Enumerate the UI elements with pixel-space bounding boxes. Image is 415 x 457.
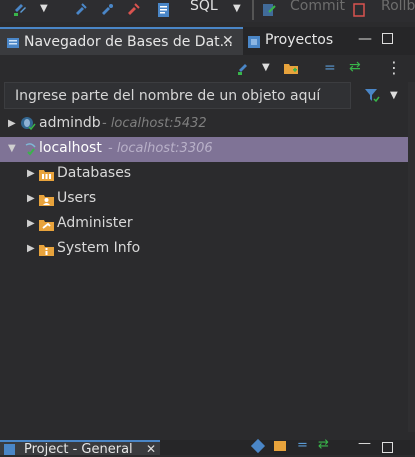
users-folder-icon — [39, 192, 54, 211]
rollback-button[interactable]: Rollb — [381, 0, 415, 14]
tree-item-label: Databases — [57, 165, 132, 181]
tab-project-general[interactable]: Project - General ✕ — [0, 440, 160, 457]
tree-item-label: System Info — [57, 240, 141, 256]
expand-arrow-icon[interactable]: ▶ — [27, 168, 35, 179]
connection-name: localhost — [39, 140, 102, 156]
database-navigator-icon — [6, 35, 20, 54]
navigator-toolbar: ▼ = ⇄ ⋮ — [0, 55, 415, 82]
tree-item-label: Administer — [57, 215, 133, 231]
databases-folder-icon — [39, 167, 54, 186]
connect-icon[interactable] — [74, 2, 88, 16]
new-folder-icon[interactable] — [283, 60, 299, 79]
tree-item-localhost[interactable]: ▼ localhost - localhost:3306 — [0, 137, 408, 162]
tree-item-users[interactable]: ▶ Users — [0, 187, 408, 212]
sql-button[interactable]: SQL — [190, 0, 218, 14]
postgresql-icon — [20, 116, 36, 136]
system-info-folder-icon — [39, 242, 54, 261]
tree-item-admindb[interactable]: ▶ admindb - localhost:5432 — [0, 112, 408, 137]
link-editor-icon[interactable]: ⇄ — [349, 59, 361, 75]
maximize-icon[interactable] — [382, 33, 393, 44]
tab-database-navigator-label: Navegador de Bases de Dat... — [24, 34, 234, 50]
rollback-icon[interactable] — [353, 2, 367, 17]
connection-host: - localhost:3306 — [108, 141, 213, 156]
tab-projects-label: Proyectos — [265, 32, 334, 48]
main-toolbar: ▼ SQL ▼ Commit Rollb — [0, 0, 415, 22]
view-menu-icon[interactable]: ⋮ — [386, 58, 402, 77]
new-connection-icon[interactable] — [236, 60, 252, 80]
commit-icon[interactable] — [262, 2, 276, 16]
new-connection-icon[interactable] — [12, 2, 26, 16]
expand-arrow-icon[interactable]: ▶ — [27, 243, 35, 254]
maximize-icon[interactable] — [382, 442, 393, 453]
tree-item-databases[interactable]: ▶ Databases — [0, 162, 408, 187]
collapse-arrow-icon[interactable]: ▼ — [8, 143, 16, 154]
minimize-icon[interactable]: — — [358, 31, 372, 47]
new-folder-icon[interactable] — [274, 441, 286, 451]
tree-item-system-info[interactable]: ▶ System Info — [0, 237, 408, 262]
sql-editor-icon[interactable] — [156, 2, 170, 17]
tree-item-administer[interactable]: ▶ Administer — [0, 212, 408, 237]
expand-arrow-icon[interactable]: ▶ — [27, 218, 35, 229]
vertical-scrollbar[interactable] — [408, 82, 415, 432]
disconnect-icon[interactable] — [126, 2, 140, 16]
expand-arrow-icon[interactable]: ▶ — [27, 193, 35, 204]
projects-icon — [247, 34, 261, 53]
close-icon[interactable]: ✕ — [222, 33, 234, 49]
search-placeholder: Ingrese parte del nombre de un objeto aq… — [15, 88, 321, 104]
connection-host: - localhost:5432 — [102, 116, 207, 131]
tab-database-navigator[interactable]: Navegador de Bases de Dat... ✕ — [0, 27, 243, 55]
chevron-down-icon[interactable]: ▼ — [390, 90, 398, 101]
filter-icon[interactable] — [364, 87, 380, 107]
toolbar-separator — [252, 0, 254, 20]
administer-folder-icon — [39, 217, 54, 236]
minimize-icon[interactable]: — — [358, 436, 371, 451]
search-input[interactable]: Ingrese parte del nombre de un objeto aq… — [4, 82, 351, 109]
expand-arrow-icon[interactable]: ▶ — [8, 118, 16, 129]
invalidate-icon[interactable] — [100, 2, 114, 16]
project-icon — [4, 444, 15, 455]
collapse-all-icon[interactable]: = — [297, 438, 308, 453]
tab-projects[interactable]: Proyectos — [243, 27, 343, 55]
mysql-icon — [24, 141, 38, 161]
chevron-down-icon[interactable]: ▼ — [40, 3, 54, 17]
collapse-all-icon[interactable]: = — [324, 60, 336, 76]
chevron-down-icon[interactable]: ▼ — [262, 62, 270, 73]
link-editor-icon[interactable]: ⇄ — [318, 437, 329, 452]
connection-name: admindb — [39, 115, 101, 131]
tree-item-label: Users — [57, 190, 97, 206]
chevron-down-icon[interactable]: ▼ — [233, 3, 247, 17]
commit-button[interactable]: Commit — [290, 0, 345, 14]
close-icon[interactable]: ✕ — [146, 442, 156, 456]
